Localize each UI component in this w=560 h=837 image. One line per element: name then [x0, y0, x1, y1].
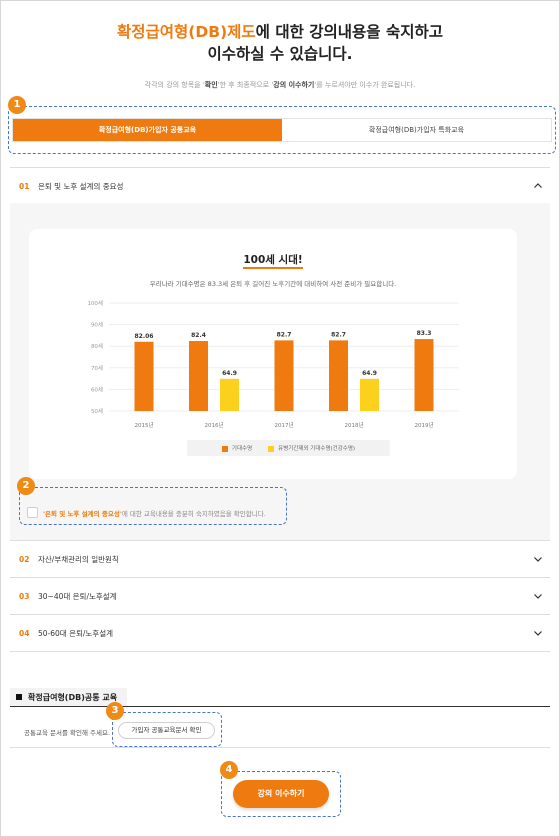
bar-life-expectancy [189, 341, 208, 411]
subtitle-text: '한 후 최종적으로 ' [217, 81, 274, 89]
x-tick-label: 2018년 [344, 421, 363, 429]
bar-healthy-life-expectancy [220, 378, 239, 411]
accordion-item-03[interactable]: 03 30~40대 은퇴/노후설계 [10, 578, 550, 614]
accordion-item-02[interactable]: 02 자산/부채관리의 일반원칙 [10, 541, 550, 577]
bar-healthy-life-expectancy [360, 378, 379, 411]
card-title-text: 100세 시대! [243, 254, 303, 269]
bar-life-expectancy [134, 341, 154, 411]
accordion-number: 03 [19, 591, 30, 601]
divider [10, 651, 550, 652]
accordion-title: 50-60대 은퇴/노후설계 [38, 628, 114, 638]
section-divider [10, 706, 550, 707]
page-headline: 확정급여형(DB)제도에 대한 강의내용을 숙지하고 이수하실 수 있습니다. [1, 21, 559, 65]
bar-life-expectancy [414, 339, 434, 411]
bar-life-expectancy [329, 340, 348, 411]
data-label: 64.9 [362, 370, 377, 377]
accordion-number: 01 [19, 181, 30, 191]
step-marker-2: 2 [17, 477, 35, 495]
data-label: 83.3 [417, 330, 432, 337]
square-bullet-icon [16, 694, 22, 700]
chevron-down-icon[interactable] [533, 628, 543, 638]
step-marker-4: 4 [220, 761, 238, 779]
x-tick-label: 2017년 [274, 421, 293, 429]
headline-accent: 확정급여형(DB)제도 [117, 23, 256, 41]
bar-life-expectancy [274, 340, 294, 411]
x-tick-label: 2015년 [134, 421, 153, 429]
legend-item: 기대수명 [221, 444, 253, 452]
legend-item: 유병기간제외 기대수명(건강수명) [268, 444, 355, 452]
headline-line2: 이수하실 수 있습니다. [207, 45, 353, 63]
doc-instruction: 공통교육 문서를 확인해 주세요. [24, 729, 111, 737]
legend-swatch [268, 445, 275, 452]
legend-label: 유병기간제외 기대수명(건강수명) [278, 446, 356, 452]
life-expectancy-chart: 50세 60세 70세 80세 90세 100세 2015년 82.06 2016년 82.4 64… [87, 299, 459, 429]
subtitle-text: '를 누르셔야만 이수가 완료됩니다. [314, 81, 416, 89]
accordion-title: 자산/부채관리의 일반원칙 [38, 554, 119, 564]
accordion-number: 04 [19, 628, 30, 638]
step-marker-3: 3 [106, 702, 124, 720]
highlight-box-confirm [19, 487, 287, 525]
tab-special-education[interactable]: 확정급여형(DB)가입자 특화교육 [282, 119, 551, 141]
y-tick-label: 60세 [91, 385, 103, 393]
complete-course-button[interactable]: 강의 이수하기 [233, 780, 329, 808]
step-marker-1: 1 [8, 96, 26, 114]
y-tick-label: 70세 [91, 364, 103, 372]
page: 확정급여형(DB)제도에 대한 강의내용을 숙지하고 이수하실 수 있습니다. … [0, 0, 560, 837]
subtitle-text: 각각의 강의 항목을 ' [144, 81, 205, 89]
legend-swatch [221, 445, 228, 452]
education-tabs: 확정급여형(DB)가입자 공통교육 확정급여형(DB)가입자 특화교육 [12, 118, 552, 142]
card-title: 100세 시대! [29, 252, 517, 269]
chevron-up-icon[interactable] [533, 181, 543, 191]
chevron-down-icon[interactable] [533, 591, 543, 601]
x-tick-label: 2019년 [414, 421, 433, 429]
section-title-text: 확정급여형(DB)공통 교육 [28, 692, 118, 702]
y-tick-label: 90세 [91, 321, 103, 329]
accordion-title: 30~40대 은퇴/노후설계 [38, 591, 117, 601]
y-tick-label: 50세 [91, 407, 103, 415]
accordion-number: 02 [19, 554, 30, 564]
data-label: 82.7 [331, 331, 346, 338]
data-label: 64.9 [222, 370, 237, 377]
highlight-box-doc [112, 712, 222, 747]
accordion-item-01[interactable]: 01 은퇴 및 노후 설계의 중요성 [10, 168, 550, 204]
x-tick-label: 2016년 [204, 421, 223, 429]
divider [10, 747, 550, 748]
legend-label: 기대수명 [231, 446, 253, 452]
data-label: 82.4 [191, 332, 206, 339]
card-description: 우리나라 기대수명은 83.3세 은퇴 후 길어진 노후기간에 대비하여 사전 … [149, 280, 397, 288]
data-label: 82.06 [135, 333, 154, 340]
y-tick-label: 100세 [87, 299, 103, 307]
subtitle-bold: 확인 [204, 81, 218, 89]
tab-common-education[interactable]: 확정급여형(DB)가입자 공통교육 [13, 119, 282, 141]
accordion-item-04[interactable]: 04 50-60대 은퇴/노후설계 [10, 615, 550, 651]
page-subtitle: 각각의 강의 항목을 '확인'한 후 최종적으로 '강의 이수하기'를 누르셔야… [1, 80, 559, 90]
chevron-down-icon[interactable] [533, 554, 543, 564]
data-label: 82.7 [277, 331, 292, 338]
headline-rest: 에 대한 강의내용을 숙지하고 [255, 23, 443, 41]
chart-legend: 기대수명 유병기간제외 기대수명(건강수명) [187, 440, 390, 456]
accordion-title: 은퇴 및 노후 설계의 중요성 [38, 181, 124, 191]
info-card: 100세 시대! 우리나라 기대수명은 83.3세 은퇴 후 길어진 노후기간에… [29, 229, 517, 479]
y-tick-label: 80세 [91, 342, 103, 350]
subtitle-bold: 강의 이수하기 [273, 81, 315, 89]
